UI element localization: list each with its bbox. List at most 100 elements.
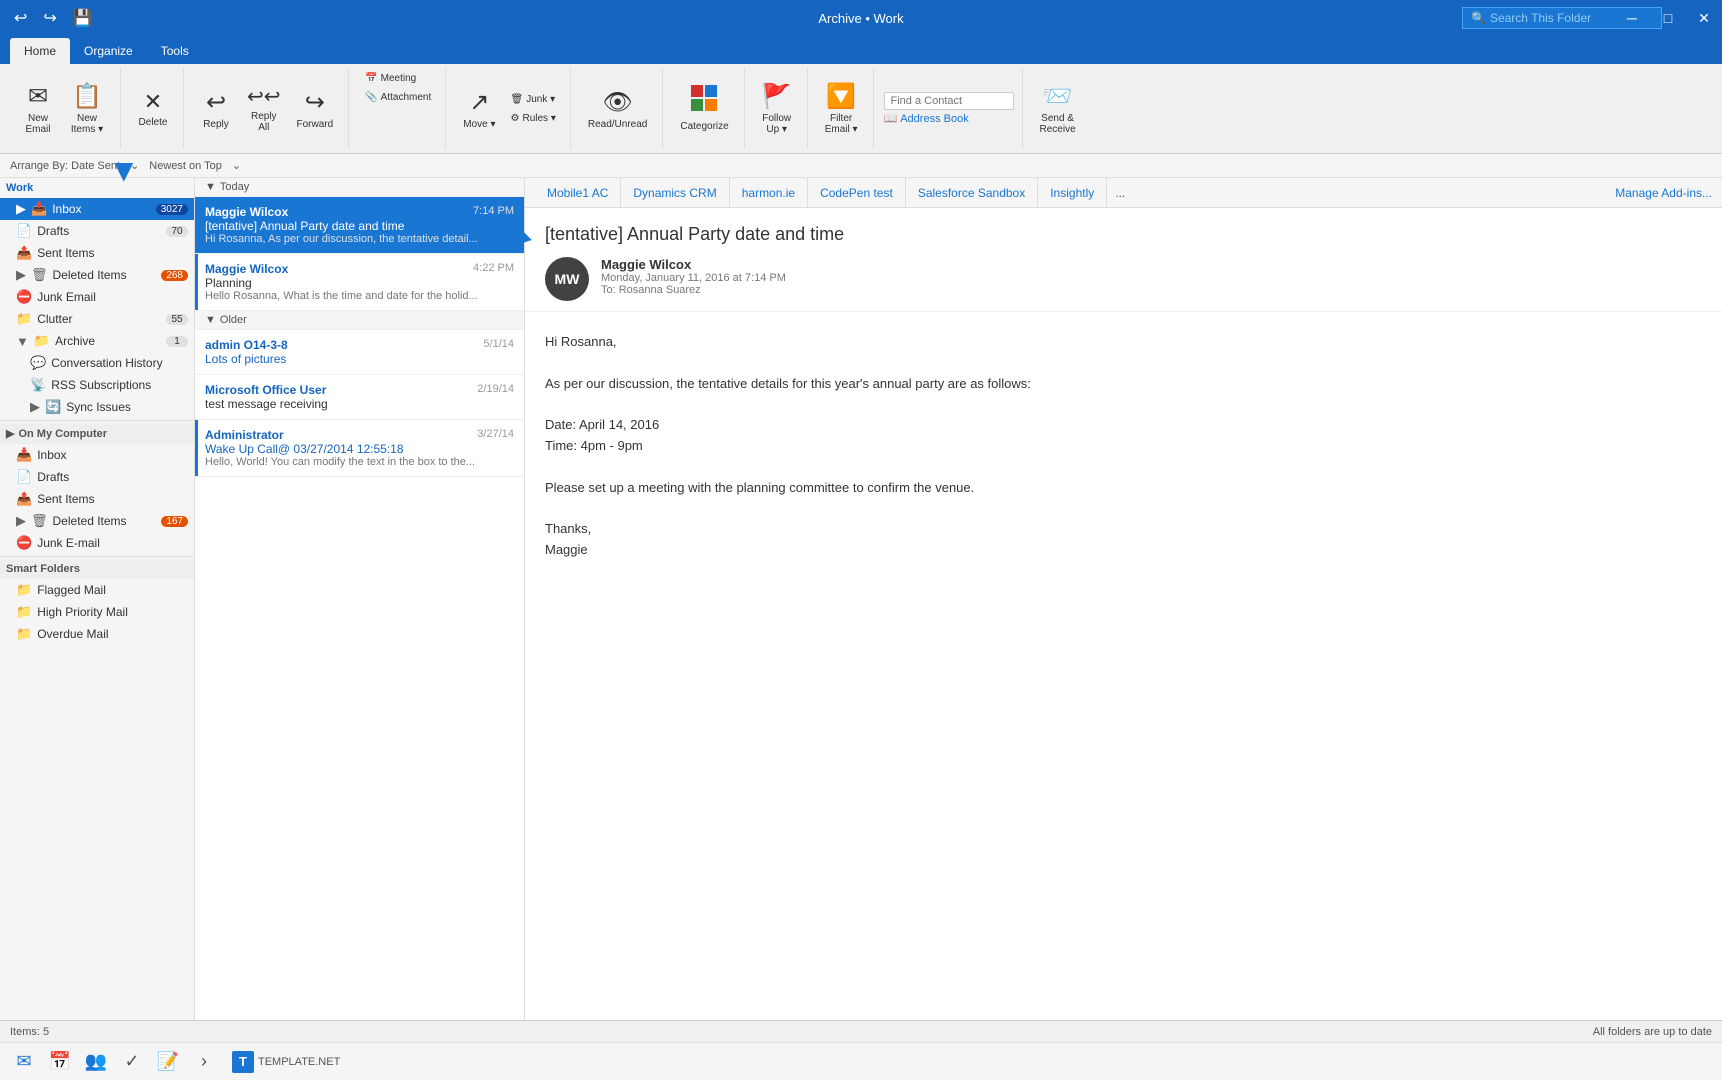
nav-more[interactable]: › bbox=[188, 1046, 220, 1078]
sidebar-computer-deleted[interactable]: ▶ 🗑 Deleted Items 167 bbox=[0, 510, 194, 532]
delete-button[interactable]: ✕ Delete bbox=[131, 75, 175, 143]
addin-insightly[interactable]: Insightly bbox=[1038, 178, 1107, 208]
smart-label: Smart Folders bbox=[6, 563, 80, 575]
inbox-icon: 📥 bbox=[31, 201, 47, 217]
reply-button[interactable]: ↩ Reply bbox=[194, 75, 238, 143]
email-item-4[interactable]: Administrator Wake Up Call@ 03/27/2014 1… bbox=[195, 420, 524, 477]
filter-button[interactable]: 🔽 FilterEmail ▾ bbox=[818, 75, 865, 143]
sidebar-overdue[interactable]: 📁 Overdue Mail bbox=[0, 623, 194, 645]
c-drafts-label: Drafts bbox=[37, 470, 188, 484]
tab-organize[interactable]: Organize bbox=[70, 38, 147, 64]
sidebar-computer-drafts[interactable]: 📄 Drafts bbox=[0, 466, 194, 488]
sidebar-item-clutter[interactable]: 📁 Clutter 55 bbox=[0, 308, 194, 330]
rules-button[interactable]: ⚙ Rules ▾ bbox=[505, 110, 562, 127]
maximize-button[interactable]: □ bbox=[1650, 0, 1686, 36]
conv-history-label: Conversation History bbox=[51, 356, 188, 370]
ribbon-group-sendreceive: 📨 Send &Receive bbox=[1025, 68, 1091, 149]
new-email-button[interactable]: ✉ NewEmail bbox=[16, 75, 60, 143]
address-book-button[interactable]: 📖 Address Book bbox=[884, 112, 1014, 125]
tab-tools[interactable]: Tools bbox=[147, 38, 203, 64]
email-time-3: 2/19/14 bbox=[477, 383, 514, 395]
email-subject-3: test message receiving bbox=[205, 397, 514, 411]
window-controls[interactable]: 👤 ─ □ ✕ bbox=[1578, 0, 1722, 36]
sidebar-item-sync-issues[interactable]: ▶ 🔄 Sync Issues bbox=[0, 396, 194, 418]
read-unread-label: Read/Unread bbox=[588, 119, 647, 130]
find-contact-input[interactable] bbox=[884, 92, 1014, 110]
c-del-expand-icon: ▶ bbox=[16, 513, 26, 529]
sidebar-item-drafts[interactable]: 📄 Drafts 70 bbox=[0, 220, 194, 242]
tab-home[interactable]: Home bbox=[10, 38, 70, 64]
close-button[interactable]: ✕ bbox=[1686, 0, 1722, 36]
forward-label: Forward bbox=[297, 119, 334, 130]
send-receive-button[interactable]: 📨 Send &Receive bbox=[1033, 75, 1083, 143]
window-controls-left[interactable]: ↩ ↪ 💾 bbox=[10, 8, 97, 28]
save-button[interactable]: 💾 bbox=[69, 8, 97, 28]
c-deleted-label: Deleted Items bbox=[53, 514, 157, 528]
nav-mail[interactable]: ✉ bbox=[8, 1046, 40, 1078]
new-items-button[interactable]: 📋 NewItems ▾ bbox=[62, 75, 112, 143]
drafts-icon: 📄 bbox=[16, 223, 32, 239]
email-preview-4: Hello, World! You can modify the text in… bbox=[205, 456, 514, 468]
sidebar-computer-sent[interactable]: 📤 Sent Items bbox=[0, 488, 194, 510]
email-item-2[interactable]: admin O14-3-8 Lots of pictures 5/1/14 bbox=[195, 330, 524, 375]
sync-expand-icon: ▶ bbox=[30, 399, 40, 415]
ribbon-group-categorize: Categorize bbox=[665, 68, 744, 149]
minimize-button[interactable]: ─ bbox=[1614, 0, 1650, 36]
ribbon-group-respond: ↩ Reply ↩↩ ReplyAll ↪ Forward bbox=[186, 68, 349, 149]
nav-tasks[interactable]: ✓ bbox=[116, 1046, 148, 1078]
nav-notes-icon: 📝 bbox=[157, 1051, 179, 1072]
forward-icon: ↪ bbox=[305, 88, 325, 117]
nav-calendar[interactable]: 📅 bbox=[44, 1046, 76, 1078]
addin-harmon[interactable]: harmon.ie bbox=[730, 178, 808, 208]
sidebar-item-conversation-history[interactable]: 💬 Conversation History bbox=[0, 352, 194, 374]
sidebar-high-priority[interactable]: 📁 High Priority Mail bbox=[0, 601, 194, 623]
addin-codepen[interactable]: CodePen test bbox=[808, 178, 906, 208]
email-item-0[interactable]: Maggie Wilcox [tentative] Annual Party d… bbox=[195, 197, 524, 254]
followup-icon: 🚩 bbox=[762, 82, 792, 111]
email-item-3[interactable]: Microsoft Office User test message recei… bbox=[195, 375, 524, 420]
email-content: Mobile1 AC Dynamics CRM harmon.ie CodePe… bbox=[525, 178, 1722, 1020]
email-time-4: 3/27/14 bbox=[477, 428, 514, 440]
sidebar-item-inbox[interactable]: ▶ 📥 Inbox 3027 bbox=[0, 198, 194, 220]
sidebar-computer-junk[interactable]: ⛔ Junk E-mail bbox=[0, 532, 194, 554]
move-button[interactable]: ↗ Move ▾ bbox=[456, 75, 502, 143]
meeting-label: Meeting bbox=[381, 73, 417, 84]
sync-label: Sync Issues bbox=[66, 400, 188, 414]
addin-mobile1[interactable]: Mobile1 AC bbox=[535, 178, 621, 208]
email-item-1[interactable]: Maggie Wilcox Planning Hello Rosanna, Wh… bbox=[195, 254, 524, 311]
sidebar-item-junk[interactable]: ⛔ Junk Email bbox=[0, 286, 194, 308]
followup-button[interactable]: 🚩 FollowUp ▾ bbox=[755, 75, 799, 143]
categorize-button[interactable]: Categorize bbox=[673, 75, 735, 143]
body-signature: Maggie bbox=[545, 540, 1702, 561]
conv-history-icon: 💬 bbox=[30, 355, 46, 371]
account-icon[interactable]: 👤 bbox=[1578, 0, 1614, 36]
email-body: Hi Rosanna, As per our discussion, the t… bbox=[525, 312, 1722, 581]
attachment-button[interactable]: 📎 Attachment bbox=[359, 89, 437, 106]
nav-notes[interactable]: 📝 bbox=[152, 1046, 184, 1078]
sort-order: Newest on Top bbox=[149, 160, 222, 172]
addin-more-button[interactable]: ... bbox=[1107, 182, 1133, 204]
redo-button[interactable]: ↪ bbox=[39, 8, 60, 28]
sidebar-item-sent[interactable]: 📤 Sent Items bbox=[0, 242, 194, 264]
sidebar-item-archive[interactable]: ▼ 📁 Archive 1 bbox=[0, 330, 194, 352]
sidebar-item-deleted[interactable]: ▶ 🗑 Deleted Items 268 bbox=[0, 264, 194, 286]
forward-button[interactable]: ↪ Forward bbox=[290, 75, 341, 143]
addin-dynamics[interactable]: Dynamics CRM bbox=[621, 178, 729, 208]
ribbon-group-move: ↗ Move ▾ 🗑 Junk ▾ ⚙ Rules ▾ bbox=[448, 68, 571, 149]
sender-avatar: MW bbox=[545, 257, 589, 301]
reply-all-button[interactable]: ↩↩ ReplyAll bbox=[240, 75, 288, 143]
addin-manage-button[interactable]: Manage Add-ins... bbox=[1615, 186, 1712, 200]
sidebar-computer-inbox[interactable]: 📥 Inbox bbox=[0, 444, 194, 466]
undo-button[interactable]: ↩ bbox=[10, 8, 31, 28]
sidebar-flagged[interactable]: 📁 Flagged Mail bbox=[0, 579, 194, 601]
send-receive-icon: 📨 bbox=[1043, 82, 1073, 111]
email-sent-date: Monday, January 11, 2016 at 7:14 PM bbox=[601, 272, 1702, 284]
sidebar-item-rss[interactable]: 📡 RSS Subscriptions bbox=[0, 374, 194, 396]
c-sent-icon: 📤 bbox=[16, 491, 32, 507]
junk-button[interactable]: 🗑 Junk ▾ bbox=[505, 91, 562, 108]
read-unread-button[interactable]: 👁 Read/Unread bbox=[581, 75, 654, 143]
addin-salesforce[interactable]: Salesforce Sandbox bbox=[906, 178, 1038, 208]
nav-contacts[interactable]: 👥 bbox=[80, 1046, 112, 1078]
email-time-0: 7:14 PM bbox=[473, 205, 514, 217]
meeting-button[interactable]: 📅 Meeting bbox=[359, 70, 437, 87]
